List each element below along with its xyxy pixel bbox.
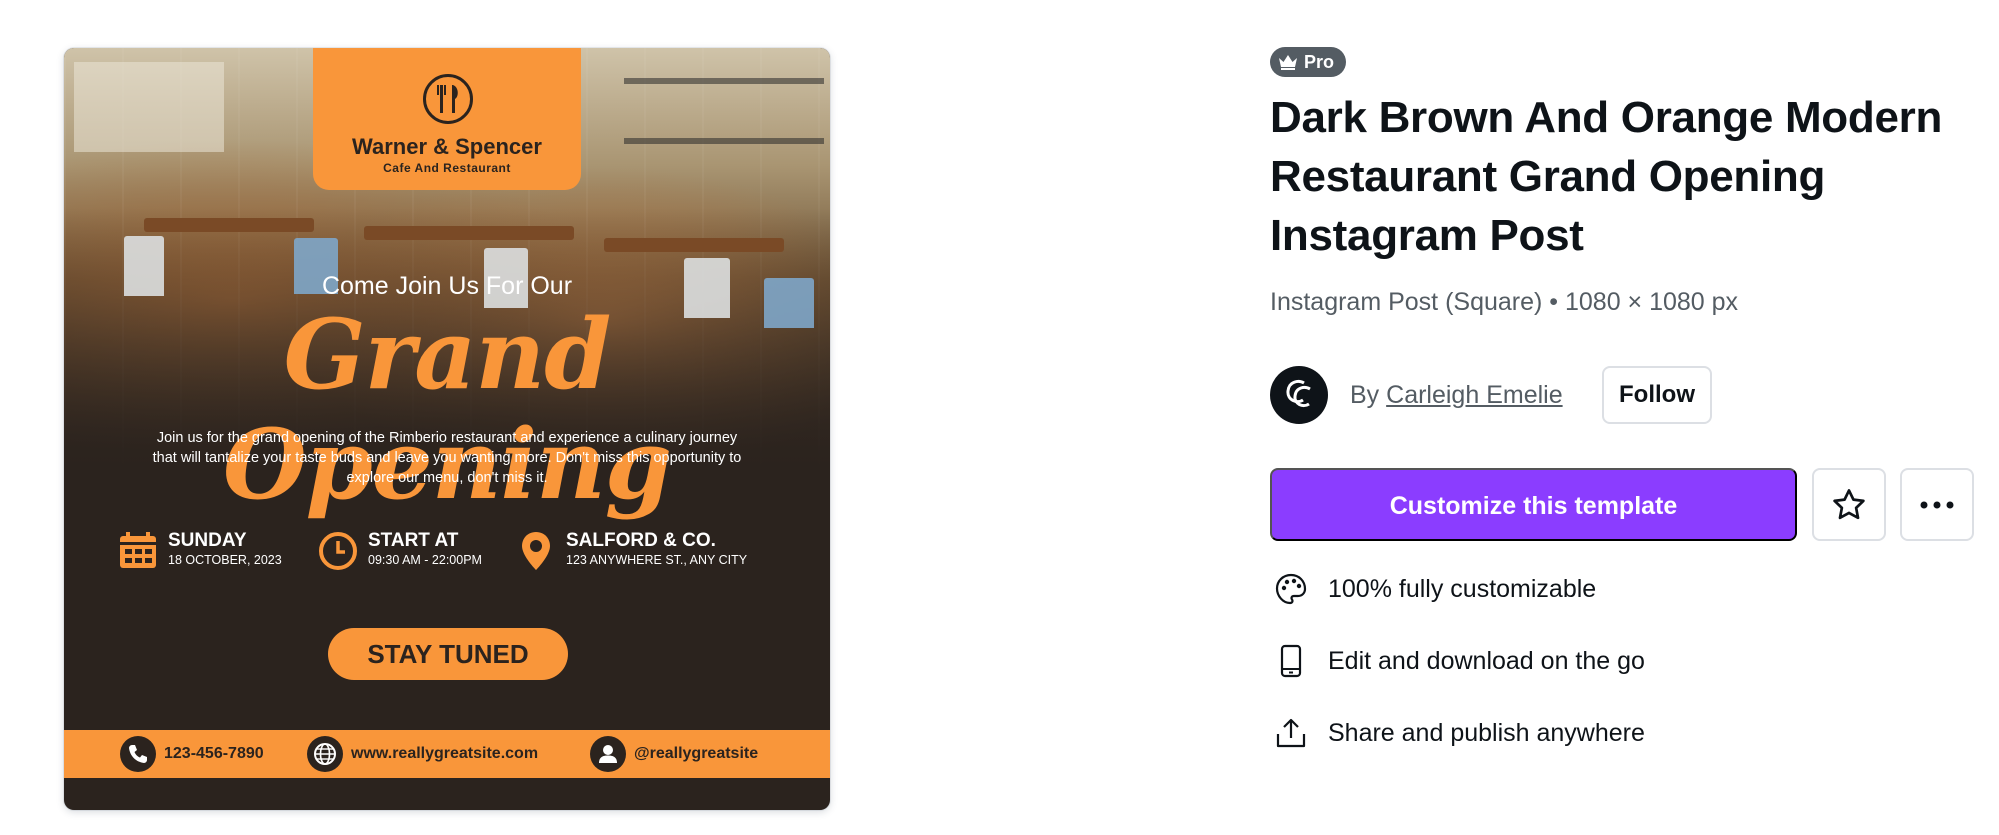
calendar-icon [120, 532, 156, 568]
location-pin-icon [522, 532, 550, 570]
palette-icon [1275, 573, 1307, 605]
description-text: Join us for the grand opening of the Rim… [152, 430, 742, 486]
stay-tuned-badge: STAY TUNED [328, 628, 568, 680]
customize-template-button[interactable]: Customize this template [1270, 468, 1797, 541]
feature-list: 100% fully customizable Edit and downloa… [1270, 568, 1870, 784]
author-row: By Carleigh Emelie Follow [1270, 366, 1970, 426]
star-icon [1833, 488, 1865, 519]
feature-share-text: Share and publish anywhere [1328, 719, 1645, 747]
event-date-sub: 18 OCTOBER, 2023 [168, 553, 282, 567]
follow-button[interactable]: Follow [1602, 366, 1712, 424]
logo-name: Warner & Spencer [352, 134, 542, 159]
author-prefix: By [1350, 381, 1380, 409]
clock-icon [319, 532, 357, 570]
crown-icon [1279, 55, 1297, 70]
event-time-sub: 09:30 AM - 22:00PM [368, 553, 482, 567]
author-byline: By Carleigh Emelie [1350, 381, 1563, 410]
user-icon [590, 736, 626, 772]
avatar[interactable] [1270, 366, 1328, 424]
feature-mobile-text: Edit and download on the go [1328, 647, 1645, 675]
event-location-title: SALFORD & CO. [566, 530, 716, 551]
favorite-button[interactable] [1812, 468, 1886, 541]
feature-customizable: 100% fully customizable [1270, 568, 1870, 640]
event-info-row: SUNDAY 18 OCTOBER, 2023 START AT 09:30 A… [64, 528, 830, 572]
template-title: Dark Brown And Orange Modern Restaurant … [1270, 93, 1943, 260]
pro-badge: Pro [1270, 47, 1347, 77]
feature-share: Share and publish anywhere [1270, 712, 1870, 784]
restaurant-logo: Warner & Spencer Cafe And Restaurant [313, 48, 581, 190]
tagline: Come Join Us For Our [321, 272, 573, 300]
share-icon [1276, 718, 1306, 748]
contact-website-text: www.reallygreatsite.com [351, 745, 539, 762]
template-format: Instagram Post (Square) • 1080 × 1080 px [1270, 288, 1739, 316]
event-time-title: START AT [368, 530, 459, 551]
fork-knife-icon [423, 74, 473, 124]
event-date-title: SUNDAY [168, 530, 247, 551]
pro-badge-label: Pro [1304, 51, 1335, 72]
more-horizontal-icon [1920, 501, 1954, 508]
feature-customizable-text: 100% fully customizable [1328, 575, 1597, 603]
author-link[interactable]: Carleigh Emelie [1386, 381, 1562, 409]
mobile-icon [1280, 644, 1302, 678]
event-location-sub: 123 ANYWHERE ST., ANY CITY [566, 553, 748, 567]
globe-icon [307, 736, 343, 772]
feature-mobile: Edit and download on the go [1270, 640, 1870, 712]
contact-phone-text: 123-456-7890 [164, 745, 264, 762]
contact-bar: 123-456-7890 www.reallygreatsite.com @re… [64, 730, 830, 778]
template-preview[interactable]: Warner & Spencer Cafe And Restaurant Com… [64, 48, 830, 810]
contact-social-text: @reallygreatsite [634, 745, 759, 762]
logo-subtitle: Cafe And Restaurant [383, 161, 511, 175]
more-options-button[interactable] [1900, 468, 1974, 541]
phone-icon [120, 736, 156, 772]
